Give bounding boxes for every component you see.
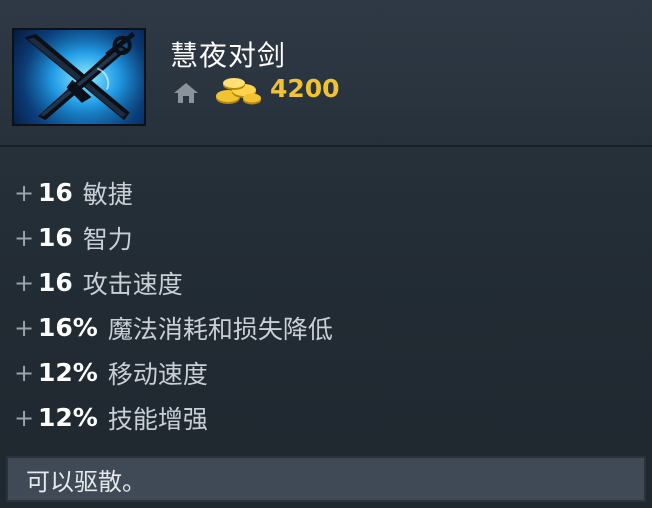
stat-value: 16 [38, 223, 73, 252]
item-title: 慧夜对剑 [170, 39, 287, 72]
stat-name: 敏捷 [82, 179, 133, 209]
item-header: 慧夜对剑 4200 [0, 0, 652, 147]
stat-plus: + [14, 268, 35, 297]
item-tooltip: 慧夜对剑 4200 + 16 敏捷 + 16 智力 + 16 攻击速度 + 16… [0, 0, 652, 508]
stats-list: + 16 敏捷 + 16 智力 + 16 攻击速度 + 16% 魔法消耗和损失降… [14, 170, 333, 440]
stat-value: 16 [38, 268, 73, 297]
stat-name: 攻击速度 [82, 269, 183, 299]
stat-value: 16% [38, 313, 98, 342]
stat-row: + 16% 魔法消耗和损失降低 [14, 305, 333, 350]
stat-name: 技能增强 [107, 404, 208, 434]
stat-value: 12% [38, 358, 98, 387]
stat-row: + 12% 技能增强 [14, 395, 333, 440]
stat-value: 16 [38, 178, 73, 207]
item-cost: 4200 [270, 74, 340, 103]
stat-plus: + [14, 313, 35, 342]
stat-name: 魔法消耗和损失降低 [107, 314, 333, 344]
stat-row: + 12% 移动速度 [14, 350, 333, 395]
stat-plus: + [14, 223, 35, 252]
stat-row: + 16 攻击速度 [14, 260, 333, 305]
item-note: 可以驱散。 [6, 456, 646, 502]
stat-name: 智力 [82, 224, 133, 254]
stat-plus: + [14, 403, 35, 432]
twin-swords-icon[interactable] [12, 28, 146, 126]
stat-plus: + [14, 178, 35, 207]
stat-row: + 16 智力 [14, 215, 333, 260]
gold-coins-icon [216, 78, 261, 105]
stat-row: + 16 敏捷 [14, 170, 333, 215]
twin-swords-graphic [14, 30, 144, 124]
home-icon [174, 83, 198, 103]
stat-plus: + [14, 358, 35, 387]
stat-name: 移动速度 [107, 359, 208, 389]
stat-value: 12% [38, 403, 98, 432]
